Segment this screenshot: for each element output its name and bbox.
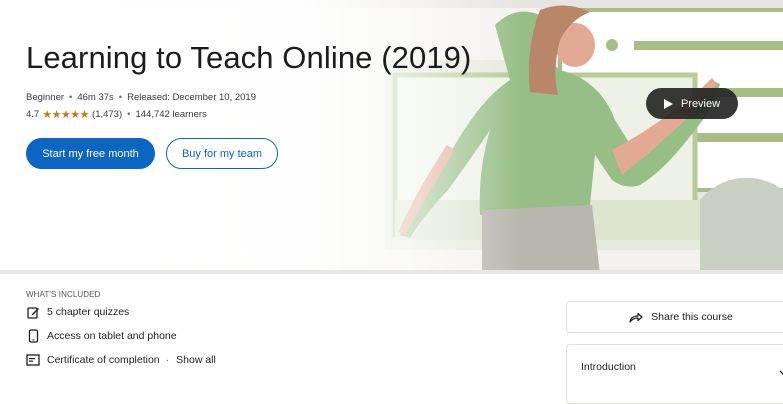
included-item-certificate: Certificate of completion · Show all (26, 352, 216, 368)
included-item-label: Certificate of completion (47, 354, 160, 366)
tablet-phone-icon (26, 329, 40, 343)
rating-value: 4.7 (26, 109, 40, 120)
course-level: Beginner (26, 92, 65, 103)
separator-dot: · (165, 354, 170, 366)
share-label: Share this course (651, 311, 733, 323)
course-hero: Learning to Teach Online (2019) Beginner… (0, 0, 783, 274)
quiz-edit-icon (26, 305, 40, 319)
course-title: Learning to Teach Online (2019) (26, 40, 472, 75)
preview-button[interactable]: Preview (646, 88, 738, 119)
rating-count[interactable]: (1,473) (92, 109, 122, 120)
included-item-tablet: Access on tablet and phone (26, 328, 177, 344)
separator-dot: • (118, 92, 123, 103)
buy-for-team-button[interactable]: Buy for my team (166, 138, 278, 169)
included-item-label: 5 chapter quizzes (47, 306, 130, 318)
start-free-month-button[interactable]: Start my free month (26, 138, 155, 169)
rating-stars-icon: ★★★★★ (42, 109, 90, 121)
whats-included-heading: WHAT'S INCLUDED (26, 290, 101, 299)
separator-dot: • (69, 92, 73, 103)
certificate-icon (26, 353, 40, 367)
included-item-quizzes: 5 chapter quizzes (26, 304, 129, 320)
course-release-date: Released: December 10, 2019 (127, 92, 256, 103)
course-duration: 46m 37s (77, 92, 114, 103)
course-rating-row: 4.7 ★★★★★ (1,473) • 144,742 learners (26, 108, 207, 121)
table-of-contents[interactable]: Introduction (566, 344, 783, 404)
play-icon (663, 98, 673, 109)
share-arrow-icon (629, 312, 643, 323)
preview-label: Preview (680, 97, 721, 110)
included-item-label: Access on tablet and phone (47, 330, 177, 342)
hero-divider (0, 270, 783, 274)
show-all-link[interactable]: Show all (176, 354, 216, 366)
separator-dot: • (127, 109, 131, 120)
learners-count: 144,742 learners (135, 109, 207, 120)
chevron-down-icon[interactable] (779, 363, 783, 381)
toc-chapter-title[interactable]: Introduction (581, 361, 636, 373)
share-course-button[interactable]: Share this course (566, 301, 783, 333)
course-meta: Beginner • 46m 37s • Released: December 10, … (26, 92, 256, 103)
